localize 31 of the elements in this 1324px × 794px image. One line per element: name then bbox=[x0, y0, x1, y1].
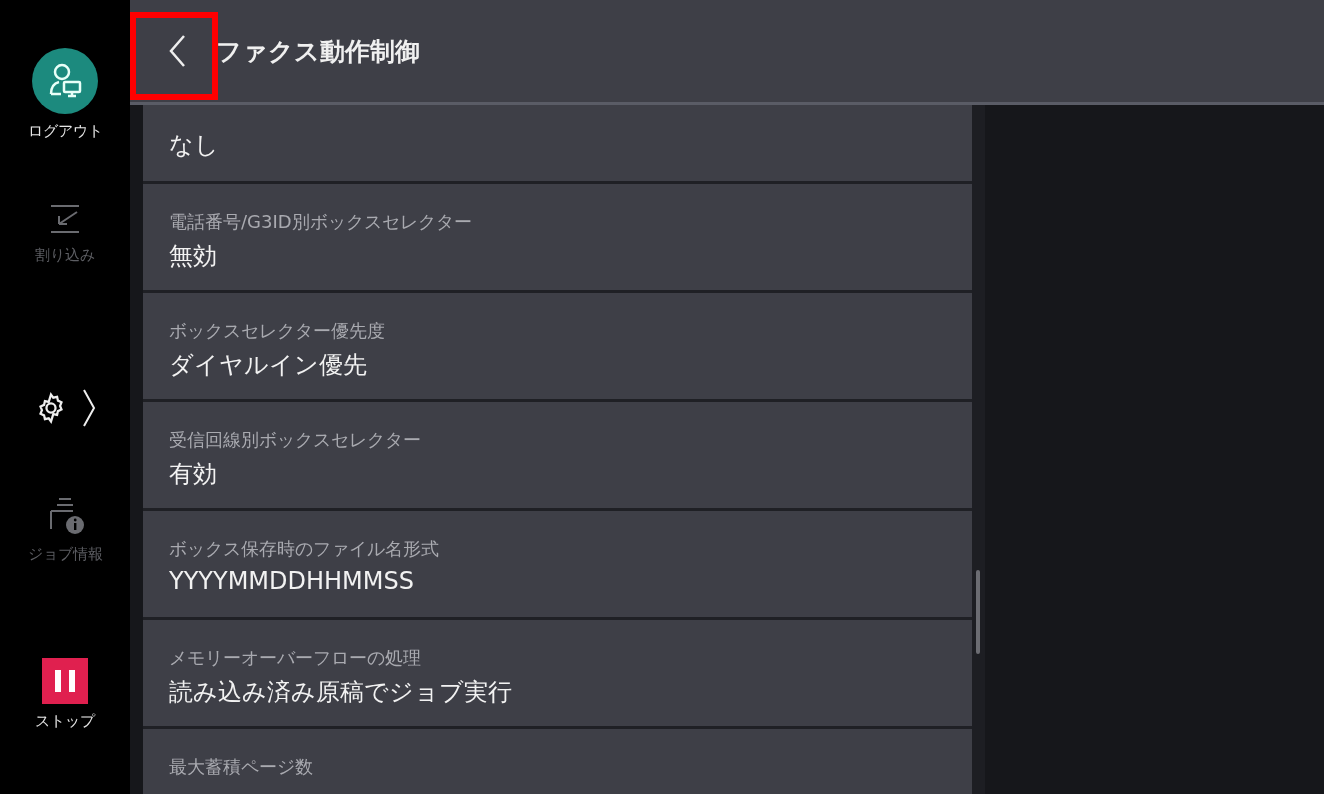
setting-row[interactable]: 電話番号/G3ID別ボックスセレクター 無効 bbox=[143, 184, 972, 290]
setting-value: なし bbox=[169, 130, 220, 161]
sidebar-label: ログアウト bbox=[27, 122, 103, 141]
sidebar-label: 割り込み bbox=[35, 246, 95, 265]
setting-value: 有効 bbox=[169, 459, 218, 490]
setting-row[interactable]: メモリーオーバーフローの処理 読み込み済み原稿でジョブ実行 bbox=[143, 620, 972, 726]
setting-row[interactable]: ボックスセレクター優先度 ダイヤルイン優先 bbox=[143, 293, 972, 399]
setting-value: 読み込み済み原稿でジョブ実行 bbox=[169, 677, 513, 708]
setting-row[interactable]: ボックス保存時のファイル名形式 YYYYMMDDHHMMSS bbox=[143, 511, 972, 617]
setting-label: ボックスセレクター優先度 bbox=[169, 319, 386, 343]
setting-label: ボックス保存時のファイル名形式 bbox=[169, 537, 440, 561]
setting-value: YYYYMMDDHHMMSS bbox=[169, 567, 415, 595]
scrollbar-thumb[interactable] bbox=[976, 570, 980, 654]
sidebar-button[interactable]: ログアウト bbox=[27, 48, 103, 141]
setting-label: メモリーオーバーフローの処理 bbox=[169, 646, 422, 670]
setting-value: 無効 bbox=[169, 241, 218, 272]
setting-value: ダイヤルイン優先 bbox=[169, 350, 368, 381]
setting-label: 最大蓄積ページ数 bbox=[169, 755, 314, 779]
stop-button[interactable]: ストップ bbox=[35, 658, 95, 731]
sidebar-label: ストップ bbox=[35, 712, 95, 731]
setting-label: 受信回線別ボックスセレクター bbox=[169, 428, 422, 452]
setting-row[interactable]: なし bbox=[143, 105, 972, 181]
setting-row[interactable]: 受信回線別ボックスセレクター 有効 bbox=[143, 402, 972, 508]
sidebar-label: ジョブ情報 bbox=[27, 545, 103, 564]
setting-label: 電話番号/G3ID別ボックスセレクター bbox=[169, 210, 473, 234]
setting-row[interactable]: 最大蓄積ページ数 bbox=[143, 729, 972, 794]
pause-icon bbox=[42, 658, 88, 704]
chevron-right-icon bbox=[82, 388, 96, 428]
page-title: ファクス動作制御 bbox=[216, 35, 420, 68]
user-monitor-icon bbox=[32, 48, 98, 114]
back-icon bbox=[168, 34, 186, 68]
